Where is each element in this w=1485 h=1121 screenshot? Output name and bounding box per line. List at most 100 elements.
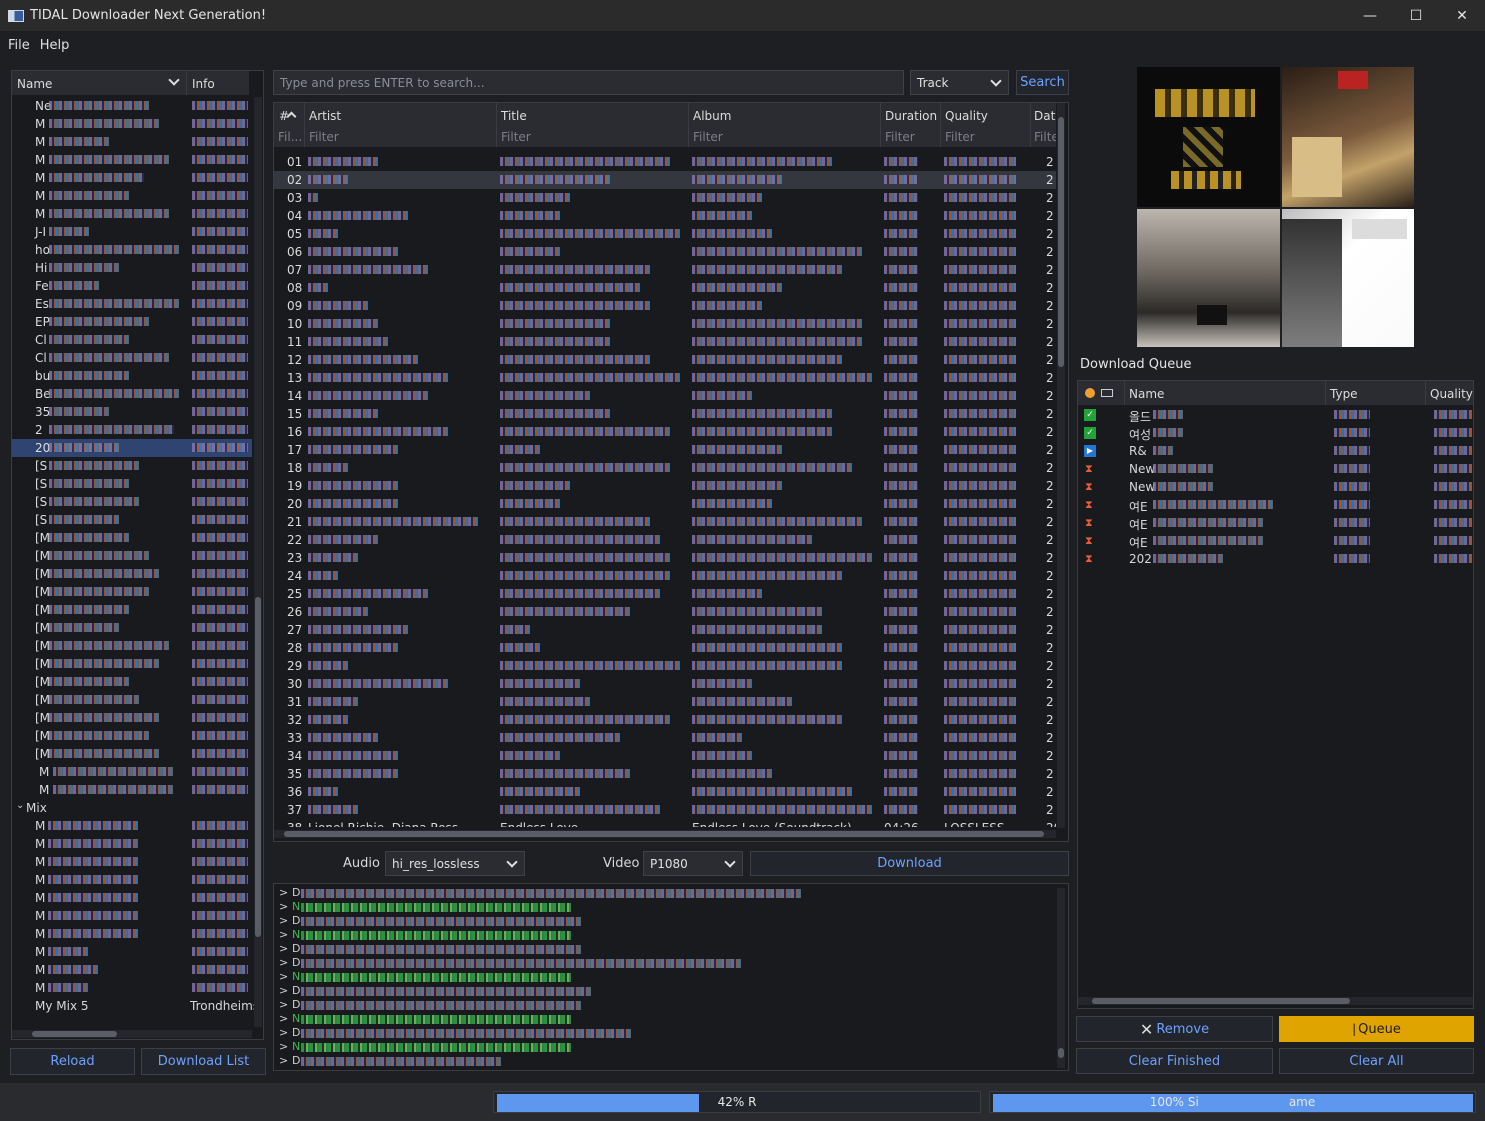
playlist-item[interactable]: M [12,781,252,799]
playlist-item[interactable]: [M [12,745,252,763]
playlist-item[interactable]: [M [12,655,252,673]
playlist-item[interactable]: J-I [12,223,252,241]
menu-file[interactable]: File [8,38,30,53]
duration-filter[interactable]: Filter [885,130,915,144]
queue-item[interactable]: ⧗ 여E [1078,514,1473,532]
playlist-item[interactable]: M [12,133,252,151]
tree-col-name[interactable]: Name [17,77,52,91]
tracks-scrollbar[interactable] [1057,103,1065,828]
table-row[interactable]: 11 2 [274,333,1056,351]
chevron-down-icon[interactable]: ⌄ [16,800,24,811]
table-row[interactable]: 20 2 [274,495,1056,513]
table-row[interactable]: 03 2 [274,189,1056,207]
mix-item[interactable]: M [12,943,252,961]
queue-item[interactable]: ▶ R& [1078,442,1473,460]
col-duration[interactable]: Duration [885,109,937,123]
log-scrollbar[interactable] [1057,888,1065,1068]
mix-item[interactable]: M [12,889,252,907]
table-row[interactable]: 01 2 [274,153,1056,171]
mix-group[interactable]: ⌄ Mix [12,799,252,817]
table-row[interactable]: 12 2 [274,351,1056,369]
sidebar-scrollbar[interactable] [254,97,262,1027]
clear-finished-button[interactable]: Clear Finished [1076,1048,1273,1074]
col-artist[interactable]: Artist [309,109,341,123]
playlist-item[interactable]: [M [12,619,252,637]
queue-item[interactable]: ⧗ New [1078,460,1473,478]
playlist-item[interactable]: [M [12,583,252,601]
mix-item[interactable]: M [12,871,252,889]
table-row[interactable]: 37 2 [274,801,1056,819]
table-row[interactable]: 38 Lionel Richie, Diana Ross Endless Lov… [274,819,1056,827]
playlist-item[interactable]: Hi [12,259,252,277]
table-row[interactable]: 04 2 [274,207,1056,225]
download-button[interactable]: Download [750,851,1069,876]
table-row[interactable]: 31 2 [274,693,1056,711]
num-filter[interactable]: Fil... [278,130,302,144]
mix-item[interactable]: My Mix 5 Trondheims [12,997,259,1015]
playlist-item[interactable]: ho [12,241,252,259]
minimize-button[interactable]: — [1347,0,1393,31]
search-type-select[interactable]: Track [910,70,1009,95]
playlist-item[interactable]: Be [12,385,252,403]
table-row[interactable]: 09 2 [274,297,1056,315]
playlist-item[interactable]: [S [12,511,252,529]
table-row[interactable]: 02 2 [274,171,1056,189]
queue-button[interactable]: | Queue [1279,1016,1474,1042]
playlist-item[interactable]: 20 [12,439,252,457]
table-row[interactable]: 06 2 [274,243,1056,261]
table-row[interactable]: 36 2 [274,783,1056,801]
artist-filter[interactable]: Filter [309,130,339,144]
table-row[interactable]: 16 2 [274,423,1056,441]
search-input[interactable]: Type and press ENTER to search... [273,70,904,95]
sidebar-hscrollbar[interactable] [12,1030,252,1038]
playlist-item[interactable]: bu [12,367,252,385]
audio-quality-select[interactable]: hi_res_lossless [385,851,525,876]
playlist-item[interactable]: [M [12,601,252,619]
queue-item[interactable]: ⧗ New [1078,478,1473,496]
table-row[interactable]: 26 2 [274,603,1056,621]
playlist-item[interactable]: [S [12,475,252,493]
table-row[interactable]: 18 2 [274,459,1056,477]
playlist-item[interactable]: [M [12,529,252,547]
mix-item[interactable]: M [12,925,252,943]
playlist-item[interactable]: M [12,205,252,223]
quality-filter[interactable]: Filter [945,130,975,144]
playlist-item[interactable]: Fe [12,277,252,295]
queue-item[interactable]: ⧗ 여E [1078,532,1473,550]
queue-item[interactable]: ✓ 올드 [1078,406,1473,424]
album-filter[interactable]: Filter [693,130,723,144]
table-row[interactable]: 30 2 [274,675,1056,693]
chevron-down-icon[interactable] [168,74,180,86]
playlist-item[interactable]: 35 [12,403,252,421]
col-date[interactable]: Dat [1034,109,1055,123]
playlist-item[interactable]: [S [12,493,252,511]
playlist-item[interactable]: M [12,115,252,133]
maximize-button[interactable]: ☐ [1393,0,1439,31]
mix-item[interactable]: M [12,979,252,997]
table-row[interactable]: 17 2 [274,441,1056,459]
title-filter[interactable]: Filter [501,130,531,144]
playlist-item[interactable]: M [12,763,252,781]
playlist-item[interactable]: M [12,187,252,205]
queue-col-type[interactable]: Type [1330,387,1358,401]
table-row[interactable]: 24 2 [274,567,1056,585]
mix-item[interactable]: M [12,835,252,853]
menu-help[interactable]: Help [40,38,70,53]
date-filter[interactable]: Filter [1034,130,1056,144]
clear-all-button[interactable]: Clear All [1279,1048,1474,1074]
reload-button[interactable]: Reload [10,1048,135,1075]
playlist-item[interactable]: Cl [12,349,252,367]
playlist-item[interactable]: Es [12,295,252,313]
close-button[interactable]: ✕ [1439,0,1485,31]
remove-button[interactable]: ✕ Remove [1076,1016,1273,1042]
table-row[interactable]: 15 2 [274,405,1056,423]
table-row[interactable]: 07 2 [274,261,1056,279]
playlist-item[interactable]: EP [12,313,252,331]
table-row[interactable]: 28 2 [274,639,1056,657]
mix-item[interactable]: M [12,961,252,979]
table-row[interactable]: 19 2 [274,477,1056,495]
playlist-item[interactable]: Ne [12,97,252,115]
search-button[interactable]: Search [1016,70,1069,95]
table-row[interactable]: 23 2 [274,549,1056,567]
queue-hscrollbar[interactable] [1078,997,1473,1005]
